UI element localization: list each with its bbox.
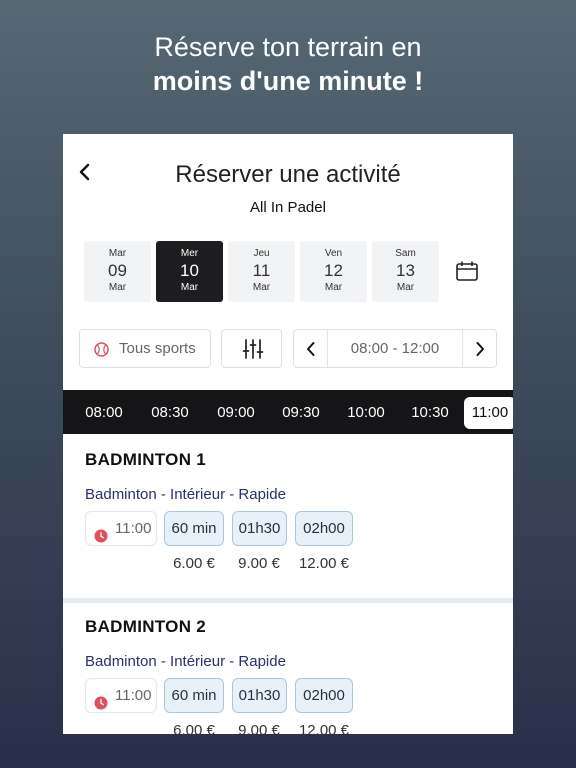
- timeslot[interactable]: 10:00: [340, 400, 392, 426]
- timeslot[interactable]: 09:30: [275, 400, 327, 426]
- day-name: Jeu: [253, 248, 270, 259]
- day-month: Mar: [252, 282, 271, 293]
- app-screen: Réserver une activité All In Padel Mar 0…: [63, 134, 513, 734]
- timeslot[interactable]: 10:30: [404, 400, 456, 426]
- duration-chip[interactable]: 01h30: [232, 678, 287, 713]
- court-name: BADMINTON 2: [85, 617, 207, 636]
- court-type: Badminton - Intérieur - Rapide: [85, 486, 286, 503]
- day-item[interactable]: Sam 13 Mar: [372, 241, 439, 302]
- price-label: 12.00 €: [298, 722, 350, 734]
- page-title: Réserver une activité: [175, 161, 401, 188]
- promo-line-2: moins d'une minute !: [152, 66, 424, 96]
- price-label: 6.00 €: [173, 555, 215, 572]
- day-month: Mar: [108, 282, 127, 293]
- promo-line-1: Réserve ton terrain en: [154, 32, 422, 62]
- day-month: Mar: [180, 282, 199, 293]
- clock-icon: [94, 689, 108, 710]
- price-label: 12.00 €: [298, 555, 350, 572]
- sport-ball-icon: [94, 342, 109, 357]
- timeslot[interactable]: 08:00: [78, 400, 130, 426]
- timeslot-selected[interactable]: 11:00: [464, 397, 513, 429]
- club-name: All In Padel: [250, 199, 326, 216]
- court-type: Badminton - Intérieur - Rapide: [85, 653, 286, 670]
- day-number: 12: [324, 261, 343, 280]
- day-item-selected[interactable]: Mer 10 Mar: [156, 241, 223, 302]
- day-number: 11: [252, 261, 271, 280]
- duration-chip[interactable]: 01h30: [232, 511, 287, 546]
- range-prev-button[interactable]: [294, 330, 328, 367]
- day-number: 13: [396, 261, 415, 280]
- duration-chip[interactable]: 60 min: [164, 678, 224, 713]
- day-name: Mar: [108, 248, 127, 259]
- day-item[interactable]: Jeu 11 Mar: [228, 241, 295, 302]
- duration-chip[interactable]: 02h00: [295, 511, 353, 546]
- day-item[interactable]: Ven 12 Mar: [300, 241, 367, 302]
- start-time-chip: 11:00: [85, 511, 157, 546]
- day-item[interactable]: Mar 09 Mar: [84, 241, 151, 302]
- card-divider: [63, 598, 513, 603]
- court-name: BADMINTON 1: [85, 450, 207, 469]
- calendar-icon[interactable]: [455, 260, 479, 282]
- timeslot[interactable]: 09:00: [210, 400, 262, 426]
- start-time-value: 11:00: [115, 520, 152, 537]
- day-number: 09: [108, 261, 127, 280]
- duration-chip[interactable]: 02h00: [295, 678, 353, 713]
- sports-filter-label: Tous sports: [119, 340, 196, 357]
- day-month: Mar: [324, 282, 343, 293]
- price-label: 9.00 €: [238, 555, 280, 572]
- range-next-button[interactable]: [462, 330, 496, 367]
- day-number: 10: [180, 261, 199, 280]
- day-name: Ven: [324, 248, 343, 259]
- day-name: Sam: [395, 248, 416, 259]
- start-time-value: 11:00: [115, 687, 152, 704]
- timeslot-bar: 08:00 08:30 09:00 09:30 10:00 10:30 11:0…: [63, 390, 513, 434]
- time-range-label: 08:00 - 12:00: [350, 340, 440, 357]
- price-label: 9.00 €: [238, 722, 280, 734]
- sports-filter-button[interactable]: Tous sports: [79, 329, 211, 368]
- advanced-filter-button[interactable]: [221, 329, 282, 368]
- day-name: Mer: [180, 248, 199, 259]
- day-month: Mar: [396, 282, 415, 293]
- clock-icon: [94, 522, 108, 543]
- timeslot[interactable]: 08:30: [144, 400, 196, 426]
- promo-heading: Réserve ton terrain en moins d'une minut…: [0, 30, 576, 98]
- duration-chip[interactable]: 60 min: [164, 511, 224, 546]
- price-label: 6.00 €: [173, 722, 215, 734]
- start-time-chip: 11:00: [85, 678, 157, 713]
- time-range-selector: 08:00 - 12:00: [293, 329, 497, 368]
